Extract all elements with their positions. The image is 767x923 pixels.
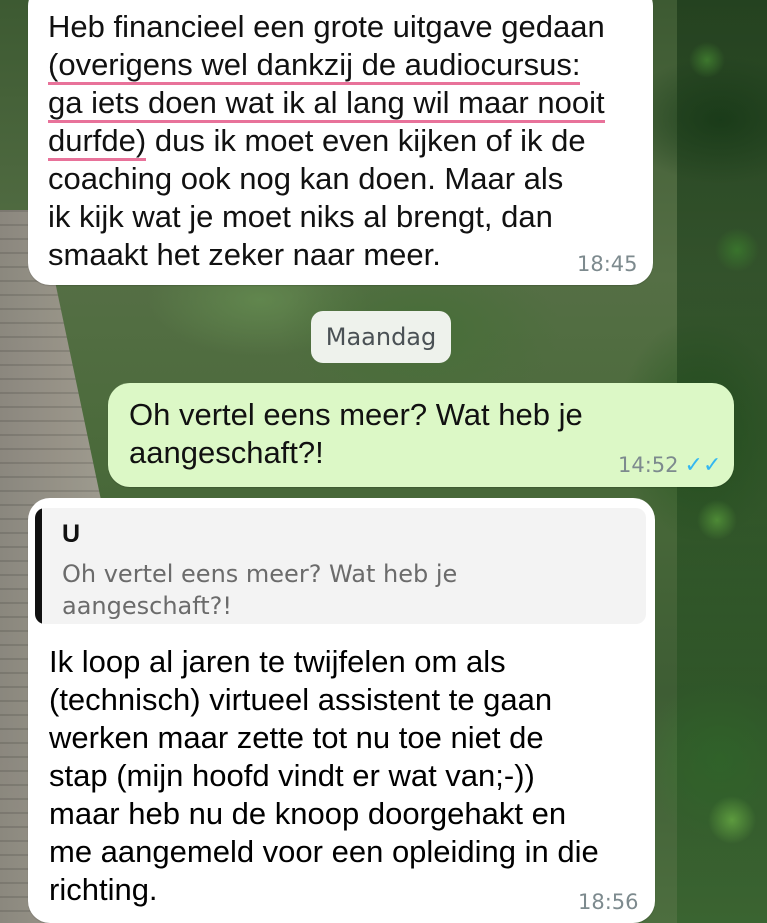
message-text: Heb financieel een grote uitgave gedaan …: [48, 8, 648, 274]
date-divider: Maandag: [311, 311, 451, 363]
message-timestamp: 18:56: [578, 890, 639, 914]
message-text-line: Heb financieel een grote uitgave gedaan: [48, 9, 605, 44]
message-timestamp: 14:52 ✓✓: [618, 453, 721, 478]
message-text: Oh vertel eens meer? Wat heb je aangesch…: [129, 397, 583, 470]
highlighted-text: ga iets doen wat ik al lang wil maar noo…: [48, 85, 605, 123]
double-check-read-icon: ✓✓: [684, 453, 722, 478]
message-text-line: dus ik moet even kijken of ik de: [146, 123, 586, 158]
reply-quote-bar: [35, 508, 42, 624]
message-bubble-incoming[interactable]: Heb financieel een grote uitgave gedaan …: [28, 0, 653, 285]
message-text-rest: coaching ook nog kan doen. Maar als ik k…: [48, 161, 564, 272]
message-text: Ik loop al jaren te twijfelen om als (te…: [49, 644, 599, 907]
message-time: 14:52: [618, 453, 679, 477]
highlighted-text: durfde): [48, 123, 147, 161]
reply-quote-text: Oh vertel eens meer? Wat heb je aangesch…: [62, 560, 458, 620]
message-timestamp: 18:45: [577, 252, 638, 276]
highlighted-text: (overigens wel dankzij de audiocursus:: [48, 47, 581, 85]
message-bubble-outgoing[interactable]: Oh vertel eens meer? Wat heb je aangesch…: [108, 383, 734, 487]
reply-quote[interactable]: U Oh vertel eens meer? Wat heb je aanges…: [35, 508, 646, 624]
reply-quote-author: U: [62, 520, 81, 548]
